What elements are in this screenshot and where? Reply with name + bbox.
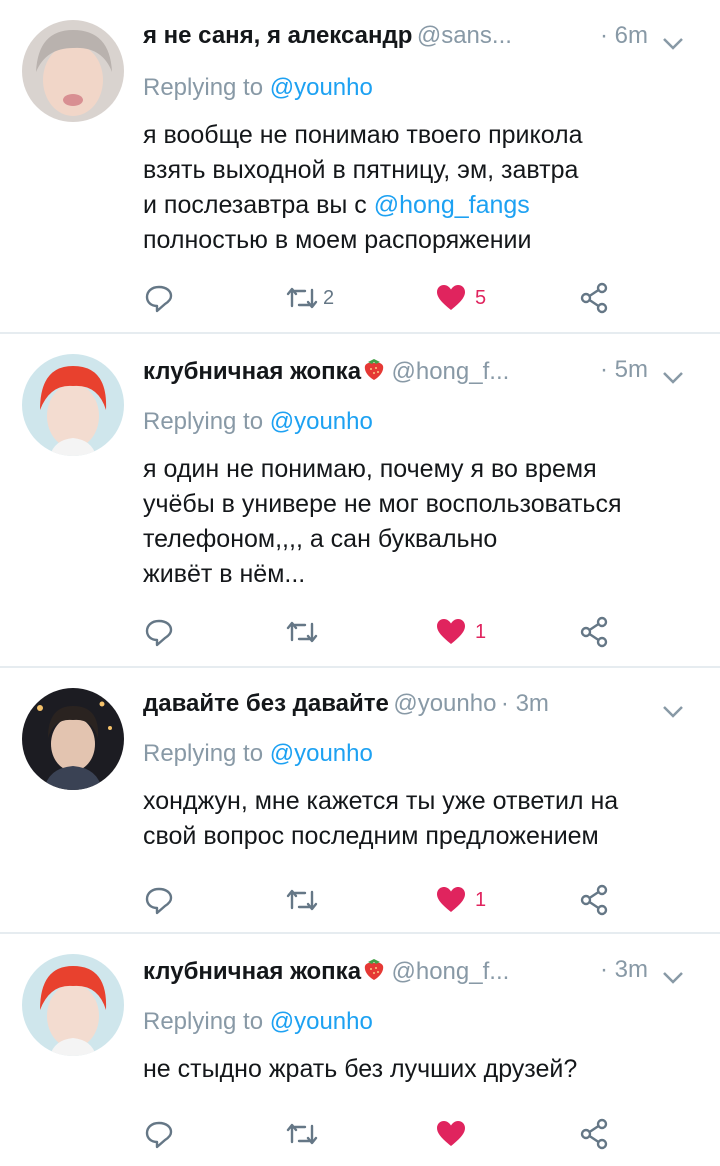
tweet-actions: 1 bbox=[143, 612, 623, 652]
share-icon bbox=[580, 884, 608, 916]
chevron-down-icon[interactable] bbox=[658, 362, 688, 392]
tweet-header: я не саня, я александр @sans... · 6m bbox=[143, 22, 696, 62]
tweet-header: клубничная жопка @hong_f... · 3m bbox=[143, 956, 696, 996]
tweet[interactable]: клубничная жопка @hong_f... · 3m Replyin… bbox=[0, 934, 720, 1166]
reply-button[interactable] bbox=[143, 880, 175, 920]
share-icon bbox=[580, 282, 608, 314]
like-count: 5 bbox=[475, 286, 487, 309]
avatar[interactable] bbox=[22, 954, 124, 1056]
replying-to: Replying to @younho bbox=[143, 740, 373, 767]
timestamp[interactable]: · 3m bbox=[501, 690, 549, 717]
timestamp[interactable]: · 5m bbox=[600, 356, 648, 384]
retweet-icon bbox=[286, 621, 318, 643]
tweet-text: я один не понимаю, почему я во время учё… bbox=[143, 455, 622, 588]
retweet-button[interactable]: 2 bbox=[285, 278, 334, 318]
chevron-down-icon[interactable] bbox=[658, 28, 688, 58]
display-name[interactable]: я не саня, я александр bbox=[143, 22, 412, 49]
reply-icon bbox=[145, 619, 173, 647]
like-button[interactable]: 1 bbox=[435, 612, 486, 652]
tweet-text: не стыдно жрать без лучших друзей? bbox=[143, 1055, 578, 1083]
like-count: 1 bbox=[475, 620, 487, 643]
like-button[interactable]: 5 bbox=[435, 278, 486, 318]
reply-mention-link[interactable]: @younho bbox=[270, 740, 373, 767]
share-button[interactable] bbox=[579, 1114, 611, 1154]
retweet-icon bbox=[286, 1123, 318, 1145]
share-button[interactable] bbox=[579, 612, 611, 652]
reply-button[interactable] bbox=[143, 1114, 175, 1154]
tweet-actions: 2 5 bbox=[143, 278, 623, 318]
share-icon bbox=[580, 616, 608, 648]
mention-link[interactable]: @hong_fangs bbox=[374, 191, 530, 219]
display-name[interactable]: клубничная жопка bbox=[143, 958, 361, 985]
replying-to: Replying to @younho bbox=[143, 408, 373, 435]
tweet-text: хонджун, мне кажется ты уже ответил на с… bbox=[143, 787, 619, 850]
reply-icon bbox=[145, 285, 173, 313]
display-name[interactable]: давайте без давайте bbox=[143, 690, 389, 717]
heart-icon bbox=[437, 887, 465, 912]
retweet-icon bbox=[286, 287, 318, 309]
chevron-down-icon[interactable] bbox=[658, 962, 688, 992]
retweet-button[interactable] bbox=[285, 880, 323, 920]
avatar[interactable] bbox=[22, 20, 124, 122]
chevron-down-icon[interactable] bbox=[658, 696, 688, 726]
reply-icon bbox=[145, 887, 173, 915]
tweet-header: давайте без давайте @younho · 3m bbox=[143, 690, 696, 730]
reply-mention-link[interactable]: @younho bbox=[270, 1008, 373, 1035]
display-name[interactable]: клубничная жопка bbox=[143, 358, 361, 385]
avatar[interactable] bbox=[22, 688, 124, 790]
heart-icon bbox=[437, 285, 465, 310]
replying-to: Replying to @younho bbox=[143, 1008, 373, 1035]
replying-to: Replying to @younho bbox=[143, 74, 373, 101]
tweet-text: я вообще не понимаю твоего прикола взять… bbox=[143, 121, 583, 254]
tweet-actions: 1 bbox=[143, 880, 623, 920]
retweet-button[interactable] bbox=[285, 1114, 323, 1154]
tweet[interactable]: я не саня, я александр @sans... · 6m Rep… bbox=[0, 0, 720, 334]
share-icon bbox=[580, 1118, 608, 1150]
retweet-button[interactable] bbox=[285, 612, 323, 652]
like-button[interactable]: 1 bbox=[435, 880, 486, 920]
reply-mention-link[interactable]: @younho bbox=[270, 74, 373, 101]
tweet-header: клубничная жопка @hong_f... · 5m bbox=[143, 356, 696, 396]
timestamp[interactable]: · 6m bbox=[600, 22, 648, 50]
avatar[interactable] bbox=[22, 354, 124, 456]
share-button[interactable] bbox=[579, 880, 611, 920]
reply-button[interactable] bbox=[143, 278, 175, 318]
retweet-icon bbox=[286, 889, 318, 911]
share-button[interactable] bbox=[579, 278, 611, 318]
tweet[interactable]: давайте без давайте @younho · 3m Replyin… bbox=[0, 668, 720, 934]
handle[interactable]: @sans... bbox=[417, 22, 512, 49]
heart-icon bbox=[437, 1121, 465, 1146]
reply-icon bbox=[145, 1121, 173, 1149]
timestamp[interactable]: · 3m bbox=[600, 956, 648, 984]
like-button[interactable] bbox=[435, 1114, 475, 1154]
retweet-count: 2 bbox=[323, 286, 335, 309]
like-count: 1 bbox=[475, 888, 487, 911]
reply-button[interactable] bbox=[143, 612, 175, 652]
strawberry-icon bbox=[364, 359, 384, 380]
handle[interactable]: @hong_f... bbox=[392, 958, 510, 985]
handle[interactable]: @younho bbox=[393, 690, 496, 717]
heart-icon bbox=[437, 619, 465, 644]
reply-mention-link[interactable]: @younho bbox=[270, 408, 373, 435]
handle[interactable]: @hong_f... bbox=[392, 358, 510, 385]
tweet[interactable]: клубничная жопка @hong_f... · 5m Replyin… bbox=[0, 334, 720, 668]
strawberry-icon bbox=[364, 959, 384, 980]
tweet-actions bbox=[143, 1114, 623, 1154]
